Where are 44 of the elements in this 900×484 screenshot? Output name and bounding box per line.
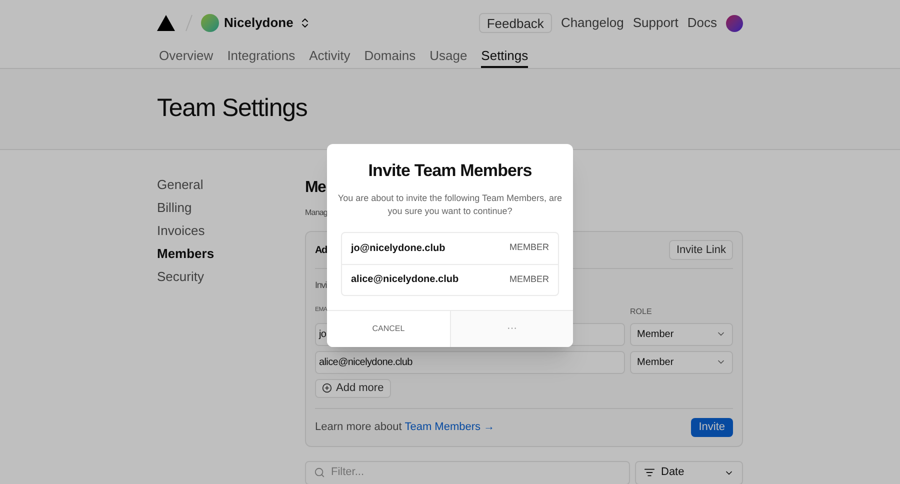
sort-select[interactable]: Date: [635, 460, 743, 484]
role-select[interactable]: Member: [630, 350, 733, 374]
nav-tab[interactable]: Usage: [430, 46, 468, 68]
sidebar-item[interactable]: Members: [157, 247, 305, 261]
sort-lines-icon: [644, 467, 655, 478]
role-select[interactable]: Member: [630, 322, 733, 346]
sidebar-item[interactable]: General: [157, 178, 305, 192]
nav-tab[interactable]: Activity: [309, 46, 350, 68]
learn-more-text: Learn more about Team Members →: [315, 420, 495, 435]
member-role: MEMBER: [509, 272, 549, 286]
sidebar-item[interactable]: Billing: [157, 201, 305, 215]
nav-link[interactable]: Changelog: [560, 13, 624, 33]
feedback-button[interactable]: Feedback: [478, 13, 552, 33]
dialog-message: You are about to invite the following Team Members, are you sure you want to continue?: [336, 192, 564, 218]
slash-separator-icon: [184, 14, 194, 32]
search-icon: [314, 467, 325, 478]
dialog-title: Invite Team Members: [367, 160, 533, 182]
member-email: jo@nicelydone.club: [351, 242, 446, 256]
card-title: Ad: [315, 244, 327, 258]
sidebar-item[interactable]: Invoices: [157, 224, 305, 238]
add-more-button[interactable]: Add more: [315, 378, 391, 398]
nav-tab[interactable]: Overview: [159, 46, 214, 68]
role-label: ROLE: [630, 306, 652, 318]
page-title: Team Settings: [157, 93, 308, 124]
card-subtitle: Invi: [315, 279, 327, 292]
member-role: MEMBER: [509, 241, 549, 254]
nav-link[interactable]: Support: [632, 13, 678, 33]
plus-circle-icon: [322, 383, 332, 393]
user-avatar[interactable]: [726, 14, 743, 32]
team-name[interactable]: Nicelydone: [224, 13, 294, 33]
section-description: Manag: [305, 207, 328, 219]
nav-tab[interactable]: Integrations: [227, 46, 296, 68]
invite-link-button[interactable]: Invite Link: [669, 240, 733, 260]
confirm-loading-button[interactable]: ···: [450, 310, 573, 346]
member-email: alice@nicelydone.club: [351, 273, 459, 287]
cancel-button[interactable]: CANCEL: [327, 310, 450, 346]
nav-link[interactable]: Docs: [687, 13, 717, 33]
nav-tab[interactable]: Domains: [364, 46, 416, 68]
email-field[interactable]: alice@nicelydone.club: [315, 350, 625, 374]
sidebar-item[interactable]: Security: [157, 270, 305, 284]
team-members-link[interactable]: Team Members →: [404, 420, 495, 433]
invite-button[interactable]: Invite: [690, 418, 733, 436]
triangle-logo-icon[interactable]: [157, 15, 175, 31]
section-heading: Me: [305, 179, 326, 197]
